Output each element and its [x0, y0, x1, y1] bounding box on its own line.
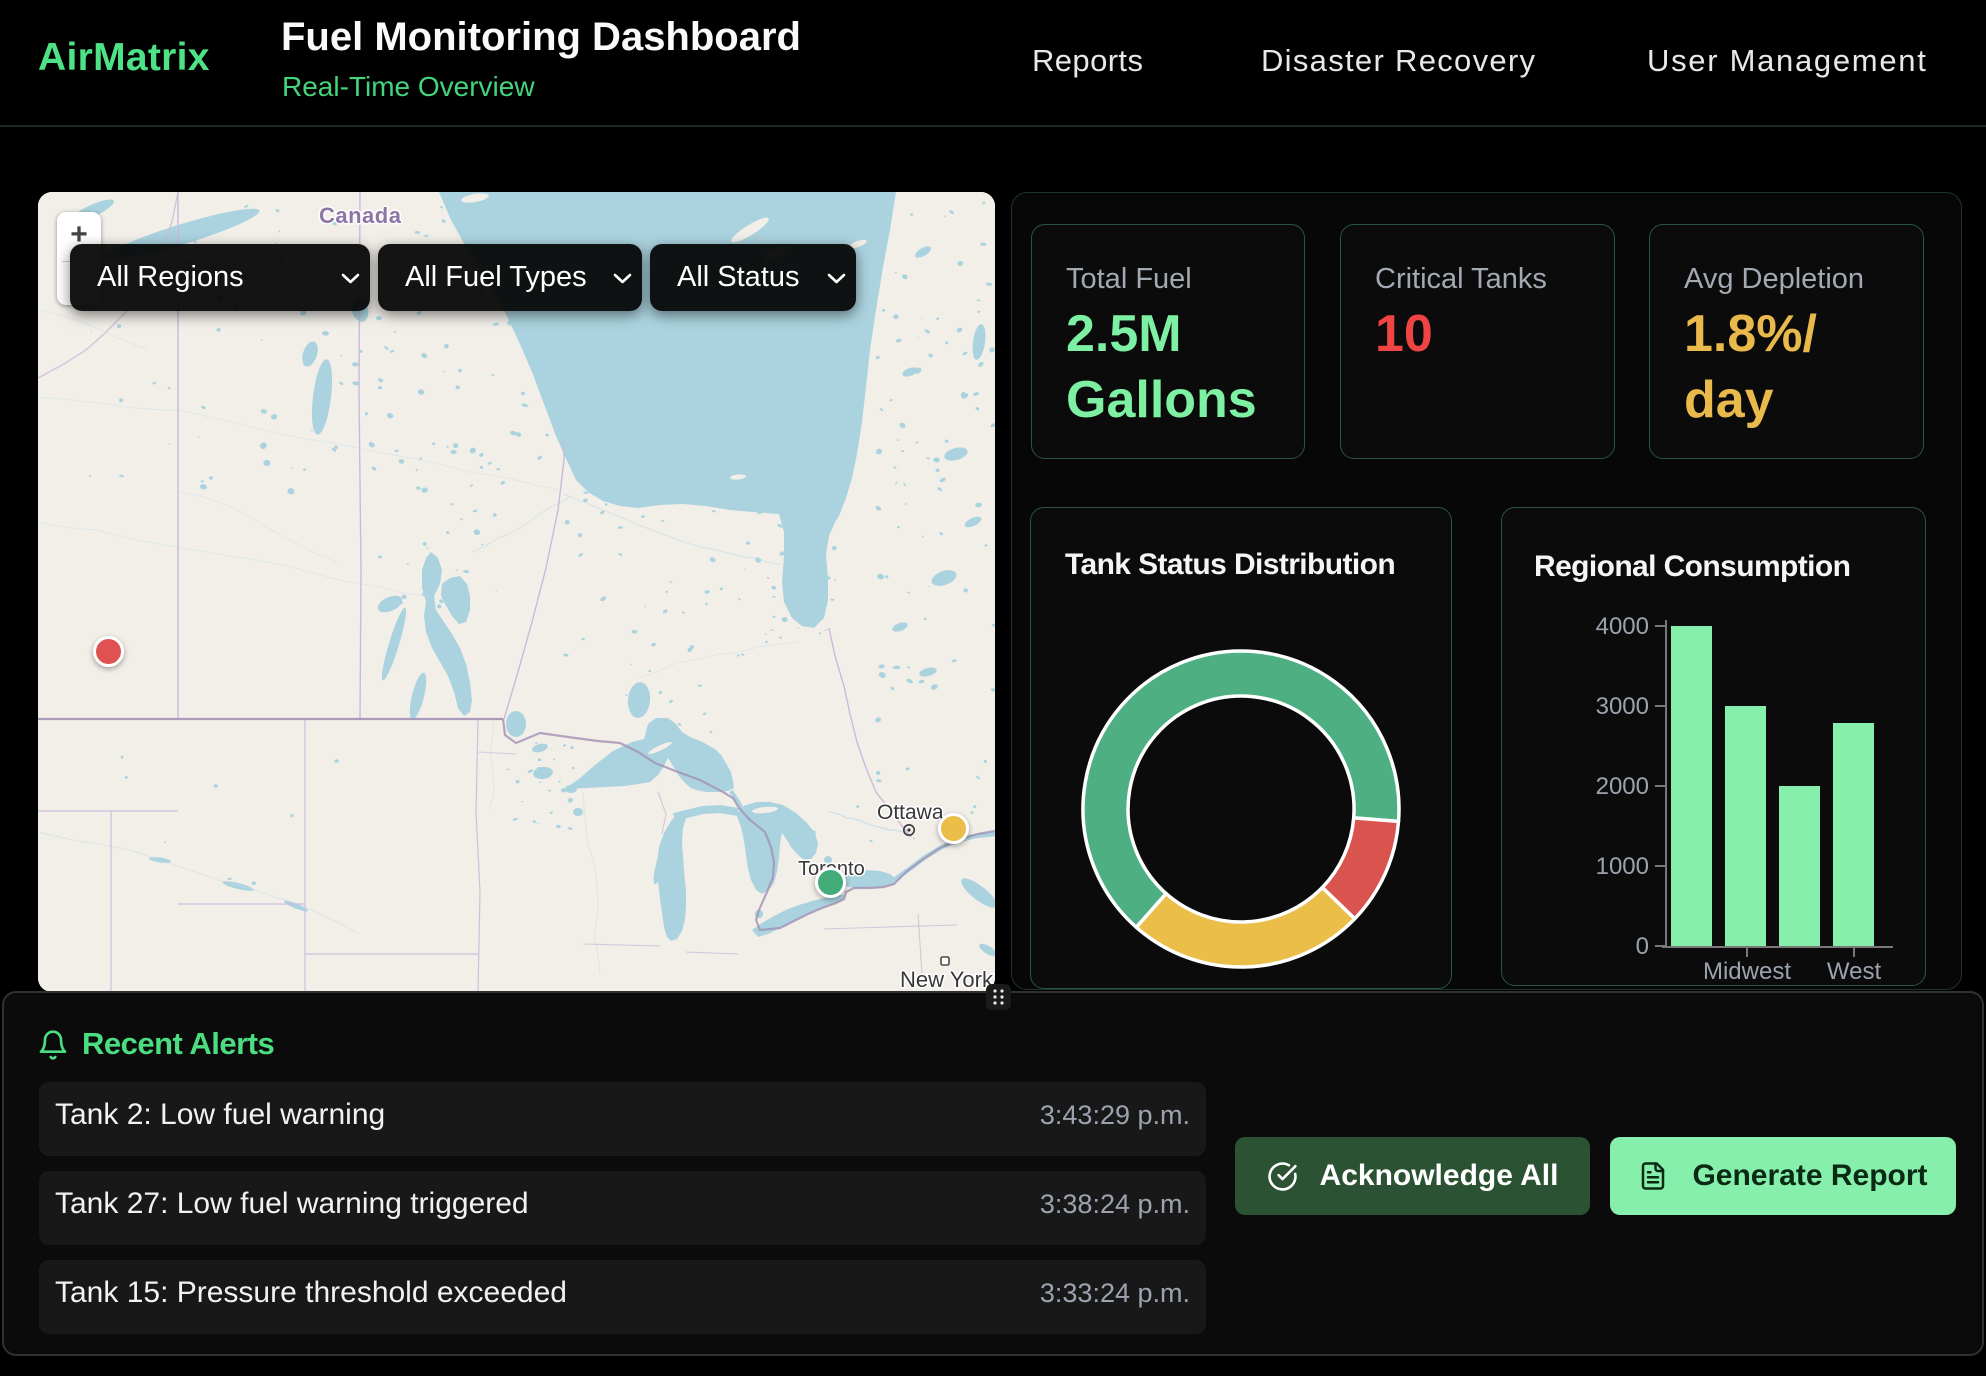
svg-text:2000: 2000: [1596, 773, 1649, 800]
svg-text:1000: 1000: [1596, 853, 1649, 880]
svg-text:Ottawa: Ottawa: [877, 801, 944, 824]
svg-text:Midwest: Midwest: [1703, 958, 1791, 985]
svg-text:West: West: [1827, 958, 1882, 985]
svg-text:3000: 3000: [1596, 693, 1649, 720]
svg-text:0: 0: [1636, 933, 1649, 960]
svg-text:4000: 4000: [1596, 613, 1649, 640]
svg-text:New York: New York: [900, 967, 994, 992]
svg-text:Canada: Canada: [319, 203, 402, 228]
